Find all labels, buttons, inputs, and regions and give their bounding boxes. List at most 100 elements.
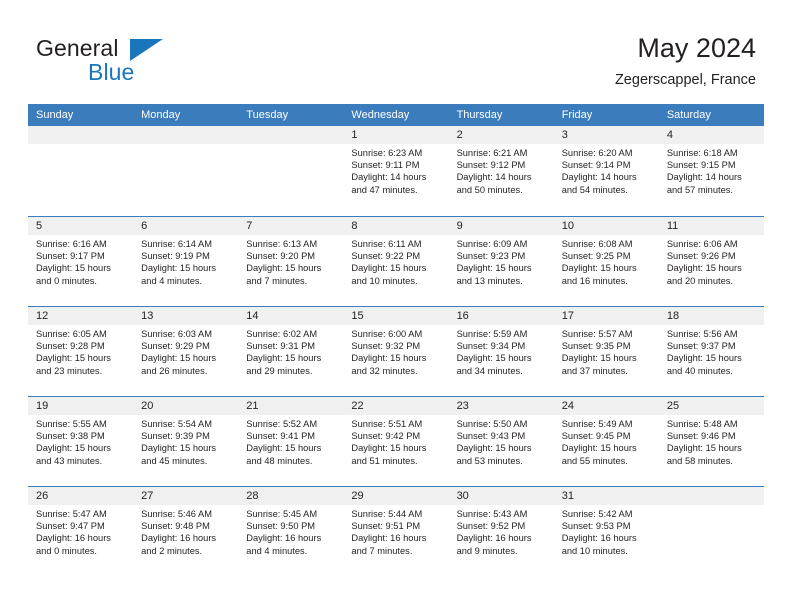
daylight-text-line1: Daylight: 15 hours <box>246 353 322 364</box>
day-number-strip: 8 <box>343 217 449 235</box>
calendar-day-cell[interactable]: 28 Sunrise: 5:45 AM Sunset: 9:50 PM Dayligh… <box>238 487 344 576</box>
sunset-text: Sunset: 9:48 PM <box>141 521 210 532</box>
calendar-day-cell[interactable]: 13 Sunrise: 6:03 AM Sunset: 9:29 PM Dayligh… <box>133 307 239 396</box>
daylight-text-line1: Daylight: 15 hours <box>351 263 427 274</box>
calendar-day-cell[interactable]: 2 Sunrise: 6:21 AM Sunset: 9:12 PM Daylight… <box>448 126 554 216</box>
day-details: Sunrise: 5:55 AM Sunset: 9:38 PM Daylight:… <box>28 415 133 467</box>
day-number-strip: 30 <box>448 487 554 505</box>
calendar-day-cell[interactable]: 4 Sunrise: 6:18 AM Sunset: 9:15 PM Daylight… <box>658 126 764 216</box>
weekday-header-wednesday: Wednesday <box>351 109 410 121</box>
sunset-text: Sunset: 9:12 PM <box>456 160 526 171</box>
calendar-day-cell[interactable]: 16 Sunrise: 5:59 AM Sunset: 9:34 PM Dayligh… <box>448 307 554 396</box>
day-number-strip: 19 <box>28 397 134 415</box>
day-details: Sunrise: 6:21 AM Sunset: 9:12 PM Daylight:… <box>449 144 554 196</box>
daylight-text-line2: and 45 minutes. <box>141 455 208 466</box>
daylight-text-line1: Daylight: 15 hours <box>141 443 217 454</box>
daylight-text-line1: Daylight: 15 hours <box>561 263 637 274</box>
daylight-text-line1: Daylight: 15 hours <box>456 353 532 364</box>
sunrise-text: Sunrise: 6:09 AM <box>456 239 528 249</box>
day-details: Sunrise: 6:16 AM Sunset: 9:17 PM Daylight:… <box>28 235 133 287</box>
daylight-text-line1: Daylight: 15 hours <box>351 353 427 364</box>
daylight-text-line1: Daylight: 15 hours <box>561 353 637 364</box>
daylight-text-line1: Daylight: 16 hours <box>456 533 532 544</box>
daylight-text-line2: and 9 minutes. <box>456 545 518 556</box>
day-number: 31 <box>561 490 574 502</box>
day-number-strip: 26 <box>28 487 134 505</box>
daylight-text-line1: Daylight: 15 hours <box>561 443 637 454</box>
calendar-week-row: 19 Sunrise: 5:55 AM Sunset: 9:38 PM Dayligh… <box>28 396 764 486</box>
sunset-text: Sunset: 9:20 PM <box>246 251 316 262</box>
calendar-day-cell[interactable]: 29 Sunrise: 5:44 AM Sunset: 9:51 PM Dayligh… <box>343 487 449 576</box>
sunrise-text: Sunrise: 5:51 AM <box>351 419 423 429</box>
daylight-text-line2: and 47 minutes. <box>351 184 418 195</box>
sunset-text: Sunset: 9:32 PM <box>351 341 421 352</box>
daylight-text-line2: and 20 minutes. <box>666 275 733 286</box>
day-number: 12 <box>36 310 49 322</box>
sunrise-text: Sunrise: 5:48 AM <box>666 419 738 429</box>
calendar-day-cell[interactable]: 3 Sunrise: 6:20 AM Sunset: 9:14 PM Daylight… <box>553 126 659 216</box>
daylight-text-line2: and 37 minutes. <box>561 365 628 376</box>
calendar-day-cell[interactable]: 31 Sunrise: 5:42 AM Sunset: 9:53 PM Dayligh… <box>553 487 659 576</box>
day-details: Sunrise: 5:42 AM Sunset: 9:53 PM Daylight:… <box>554 505 659 557</box>
sunset-text: Sunset: 9:34 PM <box>456 341 526 352</box>
calendar-day-cell-empty <box>238 126 344 216</box>
day-number: 11 <box>666 220 679 232</box>
sunrise-text: Sunrise: 6:21 AM <box>456 148 528 158</box>
day-number-strip: 20 <box>133 397 239 415</box>
calendar-day-cell[interactable]: 25 Sunrise: 5:48 AM Sunset: 9:46 PM Dayligh… <box>658 397 764 486</box>
calendar-day-cell[interactable]: 8 Sunrise: 6:11 AM Sunset: 9:22 PM Daylight… <box>343 217 449 306</box>
day-details: Sunrise: 6:06 AM Sunset: 9:26 PM Daylight:… <box>659 235 764 287</box>
sunset-text: Sunset: 9:38 PM <box>36 431 105 442</box>
daylight-text-line1: Daylight: 15 hours <box>351 443 427 454</box>
day-number-strip: 13 <box>133 307 239 325</box>
calendar-week-row: 12 Sunrise: 6:05 AM Sunset: 9:28 PM Dayligh… <box>28 306 764 396</box>
daylight-text-line1: Daylight: 15 hours <box>246 443 322 454</box>
daylight-text-line1: Daylight: 15 hours <box>141 263 217 274</box>
daylight-text-line1: Daylight: 16 hours <box>351 533 427 544</box>
calendar-day-cell[interactable]: 21 Sunrise: 5:52 AM Sunset: 9:41 PM Dayligh… <box>238 397 344 486</box>
calendar-day-cell[interactable]: 11 Sunrise: 6:06 AM Sunset: 9:26 PM Dayligh… <box>658 217 764 306</box>
calendar-day-cell[interactable]: 24 Sunrise: 5:49 AM Sunset: 9:45 PM Dayligh… <box>553 397 659 486</box>
daylight-text-line2: and 54 minutes. <box>561 184 628 195</box>
calendar-day-cell[interactable]: 23 Sunrise: 5:50 AM Sunset: 9:43 PM Dayligh… <box>448 397 554 486</box>
calendar-day-cell[interactable]: 1 Sunrise: 6:23 AM Sunset: 9:11 PM Daylight… <box>343 126 449 216</box>
daylight-text-line1: Daylight: 15 hours <box>456 443 532 454</box>
daylight-text-line2: and 4 minutes. <box>141 275 203 286</box>
calendar-day-cell[interactable]: 26 Sunrise: 5:47 AM Sunset: 9:47 PM Dayligh… <box>28 487 134 576</box>
calendar-day-cell[interactable]: 18 Sunrise: 5:56 AM Sunset: 9:37 PM Dayligh… <box>658 307 764 396</box>
sunrise-text: Sunrise: 6:03 AM <box>141 329 212 339</box>
sunset-text: Sunset: 9:17 PM <box>36 251 105 262</box>
calendar-day-cell[interactable]: 27 Sunrise: 5:46 AM Sunset: 9:48 PM Dayligh… <box>133 487 239 576</box>
sunrise-text: Sunrise: 5:57 AM <box>561 329 633 339</box>
sunrise-text: Sunrise: 6:14 AM <box>141 239 212 249</box>
calendar-day-cell[interactable]: 15 Sunrise: 6:00 AM Sunset: 9:32 PM Dayligh… <box>343 307 449 396</box>
calendar-grid: Sunday Monday Tuesday Wednesday Thursday… <box>28 104 764 576</box>
calendar-day-cell[interactable]: 5 Sunrise: 6:16 AM Sunset: 9:17 PM Daylight… <box>28 217 134 306</box>
calendar-day-cell[interactable]: 20 Sunrise: 5:54 AM Sunset: 9:39 PM Dayligh… <box>133 397 239 486</box>
daylight-text-line2: and 55 minutes. <box>561 455 628 466</box>
daylight-text-line2: and 50 minutes. <box>456 184 523 195</box>
day-number: 5 <box>36 220 43 232</box>
calendar-day-cell[interactable]: 7 Sunrise: 6:13 AM Sunset: 9:20 PM Daylight… <box>238 217 344 306</box>
day-details: Sunrise: 6:05 AM Sunset: 9:28 PM Daylight:… <box>28 325 133 377</box>
calendar-day-cell[interactable]: 22 Sunrise: 5:51 AM Sunset: 9:42 PM Dayligh… <box>343 397 449 486</box>
calendar-day-cell[interactable]: 17 Sunrise: 5:57 AM Sunset: 9:35 PM Dayligh… <box>553 307 659 396</box>
day-number-strip: 4 <box>658 126 764 144</box>
calendar-day-cell[interactable]: 30 Sunrise: 5:43 AM Sunset: 9:52 PM Dayligh… <box>448 487 554 576</box>
calendar-day-cell[interactable]: 14 Sunrise: 6:02 AM Sunset: 9:31 PM Dayligh… <box>238 307 344 396</box>
sunset-text: Sunset: 9:31 PM <box>246 341 316 352</box>
sunrise-text: Sunrise: 6:13 AM <box>246 239 318 249</box>
calendar-day-cell[interactable]: 6 Sunrise: 6:14 AM Sunset: 9:19 PM Daylight… <box>133 217 239 306</box>
calendar-day-cell[interactable]: 12 Sunrise: 6:05 AM Sunset: 9:28 PM Dayligh… <box>28 307 134 396</box>
day-details: Sunrise: 6:00 AM Sunset: 9:32 PM Daylight:… <box>343 325 448 377</box>
day-number: 4 <box>666 129 673 141</box>
day-details: Sunrise: 6:08 AM Sunset: 9:25 PM Daylight:… <box>554 235 659 287</box>
calendar-day-cell[interactable]: 10 Sunrise: 6:08 AM Sunset: 9:25 PM Dayligh… <box>553 217 659 306</box>
sunset-text: Sunset: 9:25 PM <box>561 251 631 262</box>
calendar-day-cell[interactable]: 9 Sunrise: 6:09 AM Sunset: 9:23 PM Daylight… <box>448 217 554 306</box>
calendar-day-cell[interactable]: 19 Sunrise: 5:55 AM Sunset: 9:38 PM Dayligh… <box>28 397 134 486</box>
day-details: Sunrise: 5:43 AM Sunset: 9:52 PM Daylight:… <box>449 505 554 557</box>
day-number-strip <box>133 126 239 144</box>
day-number: 7 <box>246 220 253 232</box>
sunrise-text: Sunrise: 5:43 AM <box>456 509 528 519</box>
